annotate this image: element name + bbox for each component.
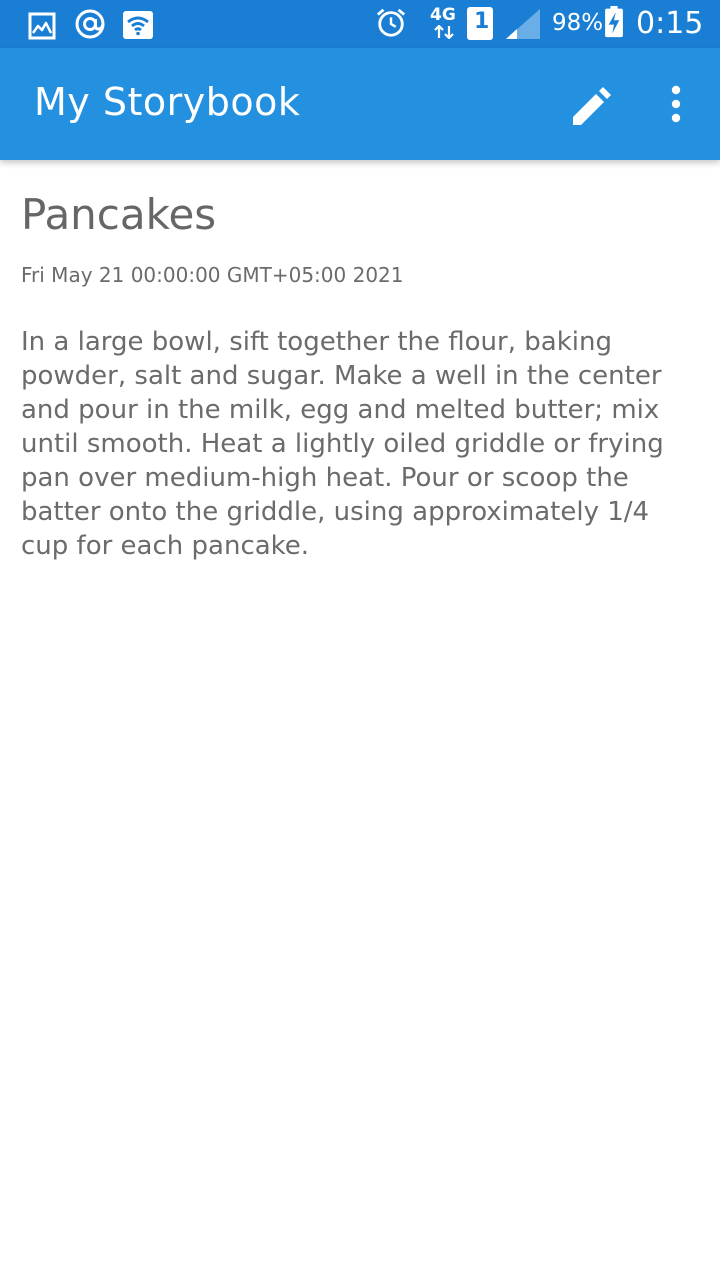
app-bar: My Storybook (0, 48, 720, 160)
edit-icon[interactable] (569, 83, 615, 129)
app-title: My Storybook (34, 80, 301, 124)
wifi-icon (123, 11, 153, 39)
status-bar: 4G 1 98% 0:15 (0, 0, 720, 48)
network-label: 4G (430, 5, 456, 25)
more-options-icon[interactable] (660, 84, 692, 124)
gallery-icon (28, 12, 56, 40)
at-sign-icon (75, 9, 105, 39)
story-title: Pancakes (21, 190, 217, 239)
signal-icon (506, 9, 540, 39)
network-4g-icon: 4G (428, 5, 460, 41)
battery-charging-icon (605, 6, 623, 38)
battery-percent: 98% (552, 10, 604, 36)
sim-1-icon: 1 (467, 7, 493, 40)
story-body: In a large bowl, sift together the flour… (21, 327, 664, 561)
clock-time: 0:15 (636, 6, 704, 41)
sim-slot-label: 1 (474, 9, 490, 34)
alarm-icon (376, 8, 406, 37)
story-content: Pancakes Fri May 21 00:00:00 GMT+05:00 2… (21, 160, 701, 563)
story-date: Fri May 21 00:00:00 GMT+05:00 2021 (21, 263, 404, 287)
